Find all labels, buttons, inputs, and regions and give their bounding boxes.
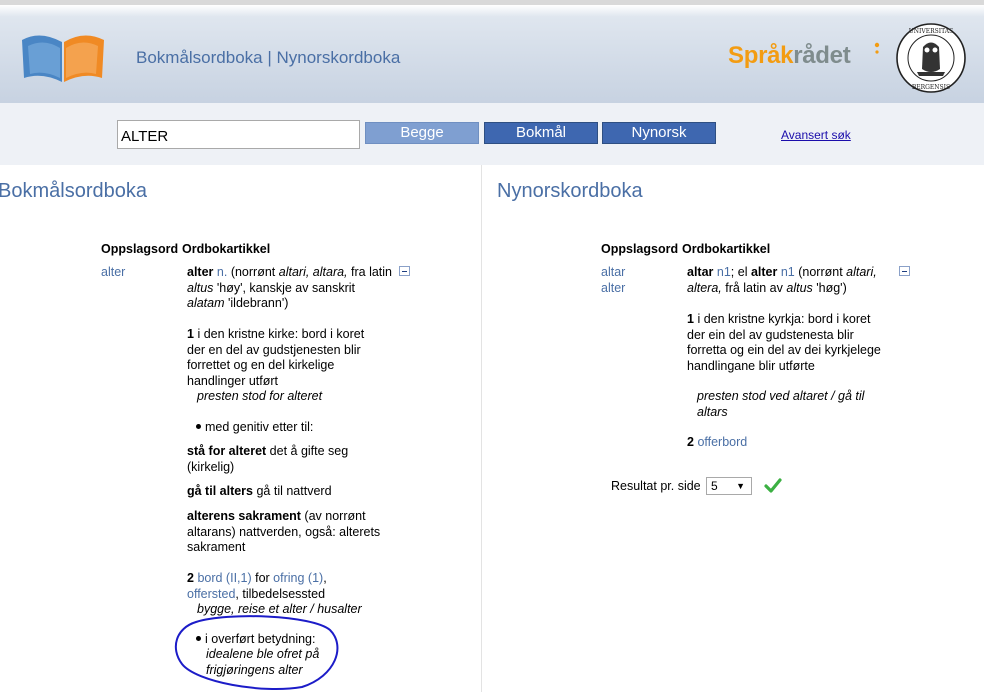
search-nynorsk-button[interactable]: Nynorsk bbox=[602, 122, 716, 144]
bokmal-sense-1: 1 i den kristne kirke: bord i koret der … bbox=[187, 327, 383, 389]
column-divider bbox=[481, 165, 482, 692]
spraakradet-logo-part2: rådet bbox=[793, 42, 851, 69]
sense-definition: i den kristne kyrkja: bord i koret der e… bbox=[687, 312, 881, 373]
etymology-word: altus bbox=[786, 280, 813, 295]
example-text: bygge, reise et alter / husalter bbox=[197, 602, 362, 616]
nynorsk-article-column-header: Ordbokartikkel bbox=[682, 242, 771, 256]
nynorsk-headword-link-altar[interactable]: altar bbox=[601, 265, 625, 281]
article-headword: alter bbox=[750, 265, 778, 279]
phrase-bold: alterens sakrament bbox=[187, 509, 301, 523]
nynorskordboka-link[interactable]: Nynorskordboka bbox=[277, 48, 401, 67]
example-text: presten stod ved altaret / gå til altars bbox=[697, 389, 865, 419]
search-bokmal-button[interactable]: Bokmål bbox=[484, 122, 598, 144]
article-headword: alter bbox=[187, 265, 214, 279]
crossref-link[interactable]: offerbord bbox=[697, 435, 747, 449]
search-input[interactable] bbox=[117, 120, 360, 149]
sense-text: , tilbedelsessted bbox=[235, 586, 326, 601]
example-text: idealene ble ofret på frigjøringens alte… bbox=[206, 647, 320, 677]
etymology-word-3: alatam bbox=[187, 296, 225, 310]
title-separator: | bbox=[262, 48, 277, 67]
dropdown-arrow-icon: ▼ bbox=[736, 481, 745, 491]
bokmal-sense-1-example: presten stod for alteret bbox=[197, 389, 322, 405]
article-gender[interactable]: n1 bbox=[717, 265, 731, 279]
nynorsk-sense-1: 1 i den kristne kyrkja: bord i koret der… bbox=[687, 312, 883, 374]
phrase-bold: stå for alteret bbox=[187, 444, 267, 458]
phrase-text: gå til nattverd bbox=[253, 484, 332, 498]
bokmal-article-column-header: Ordbokartikkel bbox=[182, 242, 271, 256]
bullet-text: i overført betydning: bbox=[205, 632, 316, 646]
results-per-page-select[interactable]: 5 ▼ bbox=[706, 477, 752, 495]
phrase-bold: gå til alters bbox=[187, 484, 253, 498]
bokmal-column-title: Bokmålsordboka bbox=[0, 180, 147, 202]
example-text: presten stod for alteret bbox=[197, 389, 323, 403]
etymology-word-1: altari, altara, bbox=[278, 265, 348, 279]
etymology-word-2: altus bbox=[187, 280, 214, 295]
collapse-icon[interactable] bbox=[399, 266, 410, 276]
uib-seal-top-text: UNIVERSITAS bbox=[909, 28, 954, 35]
bokmal-article-intro: alter n. (norrønt altari, altara, fra la… bbox=[187, 265, 392, 312]
search-both-button[interactable]: Begge bbox=[365, 122, 479, 144]
advanced-search-link[interactable]: Avansert søk bbox=[781, 128, 851, 142]
results-per-page-value: 5 bbox=[711, 479, 718, 493]
bokmal-phrase-1: stå for alteret det å gifte seg (kirkeli… bbox=[187, 444, 373, 475]
bokmal-figurative-example: idealene ble ofret på frigjøringens alte… bbox=[206, 647, 332, 678]
article-pos[interactable]: n. bbox=[217, 265, 227, 279]
bokmal-headword-column-header: Oppslagsord bbox=[101, 242, 179, 256]
crossref-link[interactable]: offersted bbox=[187, 587, 235, 601]
sense-number: 2 bbox=[687, 435, 694, 449]
checkmark-icon[interactable] bbox=[764, 478, 782, 494]
etymology-text-2: fra latin bbox=[347, 265, 392, 279]
etymology-text-3: 'høy', kanskje av sanskrit bbox=[213, 280, 356, 295]
intro-text: ; el bbox=[730, 265, 751, 279]
bokmal-sense-2: 2 bord (II,1) for ofring (1), offersted,… bbox=[187, 571, 377, 602]
etymology-text-1: (norrønt bbox=[230, 265, 279, 279]
bokmalsordboka-link[interactable]: Bokmålsordboka bbox=[136, 48, 263, 67]
spraakradet-logo[interactable]: Språkrådet bbox=[728, 42, 851, 70]
bokmal-phrase-2: gå til alters gå til nattverd bbox=[187, 484, 332, 500]
search-bar: Begge Bokmål Nynorsk Avansert søk bbox=[0, 103, 984, 165]
nynorsk-column-title: Nynorskordboka bbox=[497, 180, 643, 202]
bullet-icon bbox=[196, 636, 201, 642]
article-gender[interactable]: n1 bbox=[781, 265, 795, 279]
spraakradet-dots-icon bbox=[874, 42, 880, 54]
collapse-icon[interactable] bbox=[899, 266, 910, 276]
sense-number: 1 bbox=[687, 312, 694, 326]
spraakradet-logo-part1: Språk bbox=[728, 42, 794, 69]
crossref-link[interactable]: bord (II,1) bbox=[197, 571, 251, 585]
book-logo-icon bbox=[22, 35, 104, 82]
nynorsk-headword-link-alter[interactable]: alter bbox=[601, 281, 625, 297]
sense-number: 1 bbox=[187, 327, 194, 341]
site-header: Bokmålsordboka | Nynorskordboka Språkråd… bbox=[0, 5, 984, 103]
bokmal-bullet-figurative: i overført betydning: bbox=[196, 632, 315, 648]
bokmal-phrase-3: alterens sakrament (av norrønt altarans)… bbox=[187, 509, 383, 556]
site-title: Bokmålsordboka | Nynorskordboka bbox=[136, 48, 400, 68]
bokmal-headword-link[interactable]: alter bbox=[101, 265, 125, 281]
nynorsk-headword-column-header: Oppslagsord bbox=[601, 242, 679, 256]
crossref-link[interactable]: ofring (1) bbox=[273, 571, 323, 585]
bokmal-sense-2-example: bygge, reise et alter / husalter bbox=[197, 602, 362, 618]
sense-text: for bbox=[251, 571, 274, 585]
intro-text: 'høg') bbox=[812, 280, 847, 295]
bullet-text: med genitiv etter til: bbox=[205, 420, 314, 434]
intro-text: frå latin av bbox=[721, 280, 787, 295]
uib-seal-bottom-text: BERGENSIS bbox=[912, 84, 950, 91]
etymology-text-4: 'ildebrann') bbox=[224, 296, 289, 310]
nynorsk-article-intro: altar n1; el alter n1 (norrønt altari, a… bbox=[687, 265, 887, 296]
nynorsk-sense-1-example: presten stod ved altaret / gå til altars bbox=[697, 389, 883, 420]
uib-seal-icon[interactable]: UNIVERSITAS BERGENSIS bbox=[895, 22, 967, 94]
article-headword: altar bbox=[687, 265, 714, 279]
intro-text: (norrønt bbox=[794, 265, 847, 279]
bokmal-bullet-genitive: med genitiv etter til: bbox=[196, 420, 313, 436]
sense-number: 2 bbox=[187, 571, 194, 585]
results-per-page-label: Resultat pr. side bbox=[611, 479, 701, 493]
bullet-icon bbox=[196, 424, 201, 430]
nynorsk-sense-2: 2 offerbord bbox=[687, 435, 747, 451]
sense-definition: i den kristne kirke: bord i koret der en… bbox=[187, 327, 365, 388]
sense-text: , bbox=[323, 571, 327, 585]
